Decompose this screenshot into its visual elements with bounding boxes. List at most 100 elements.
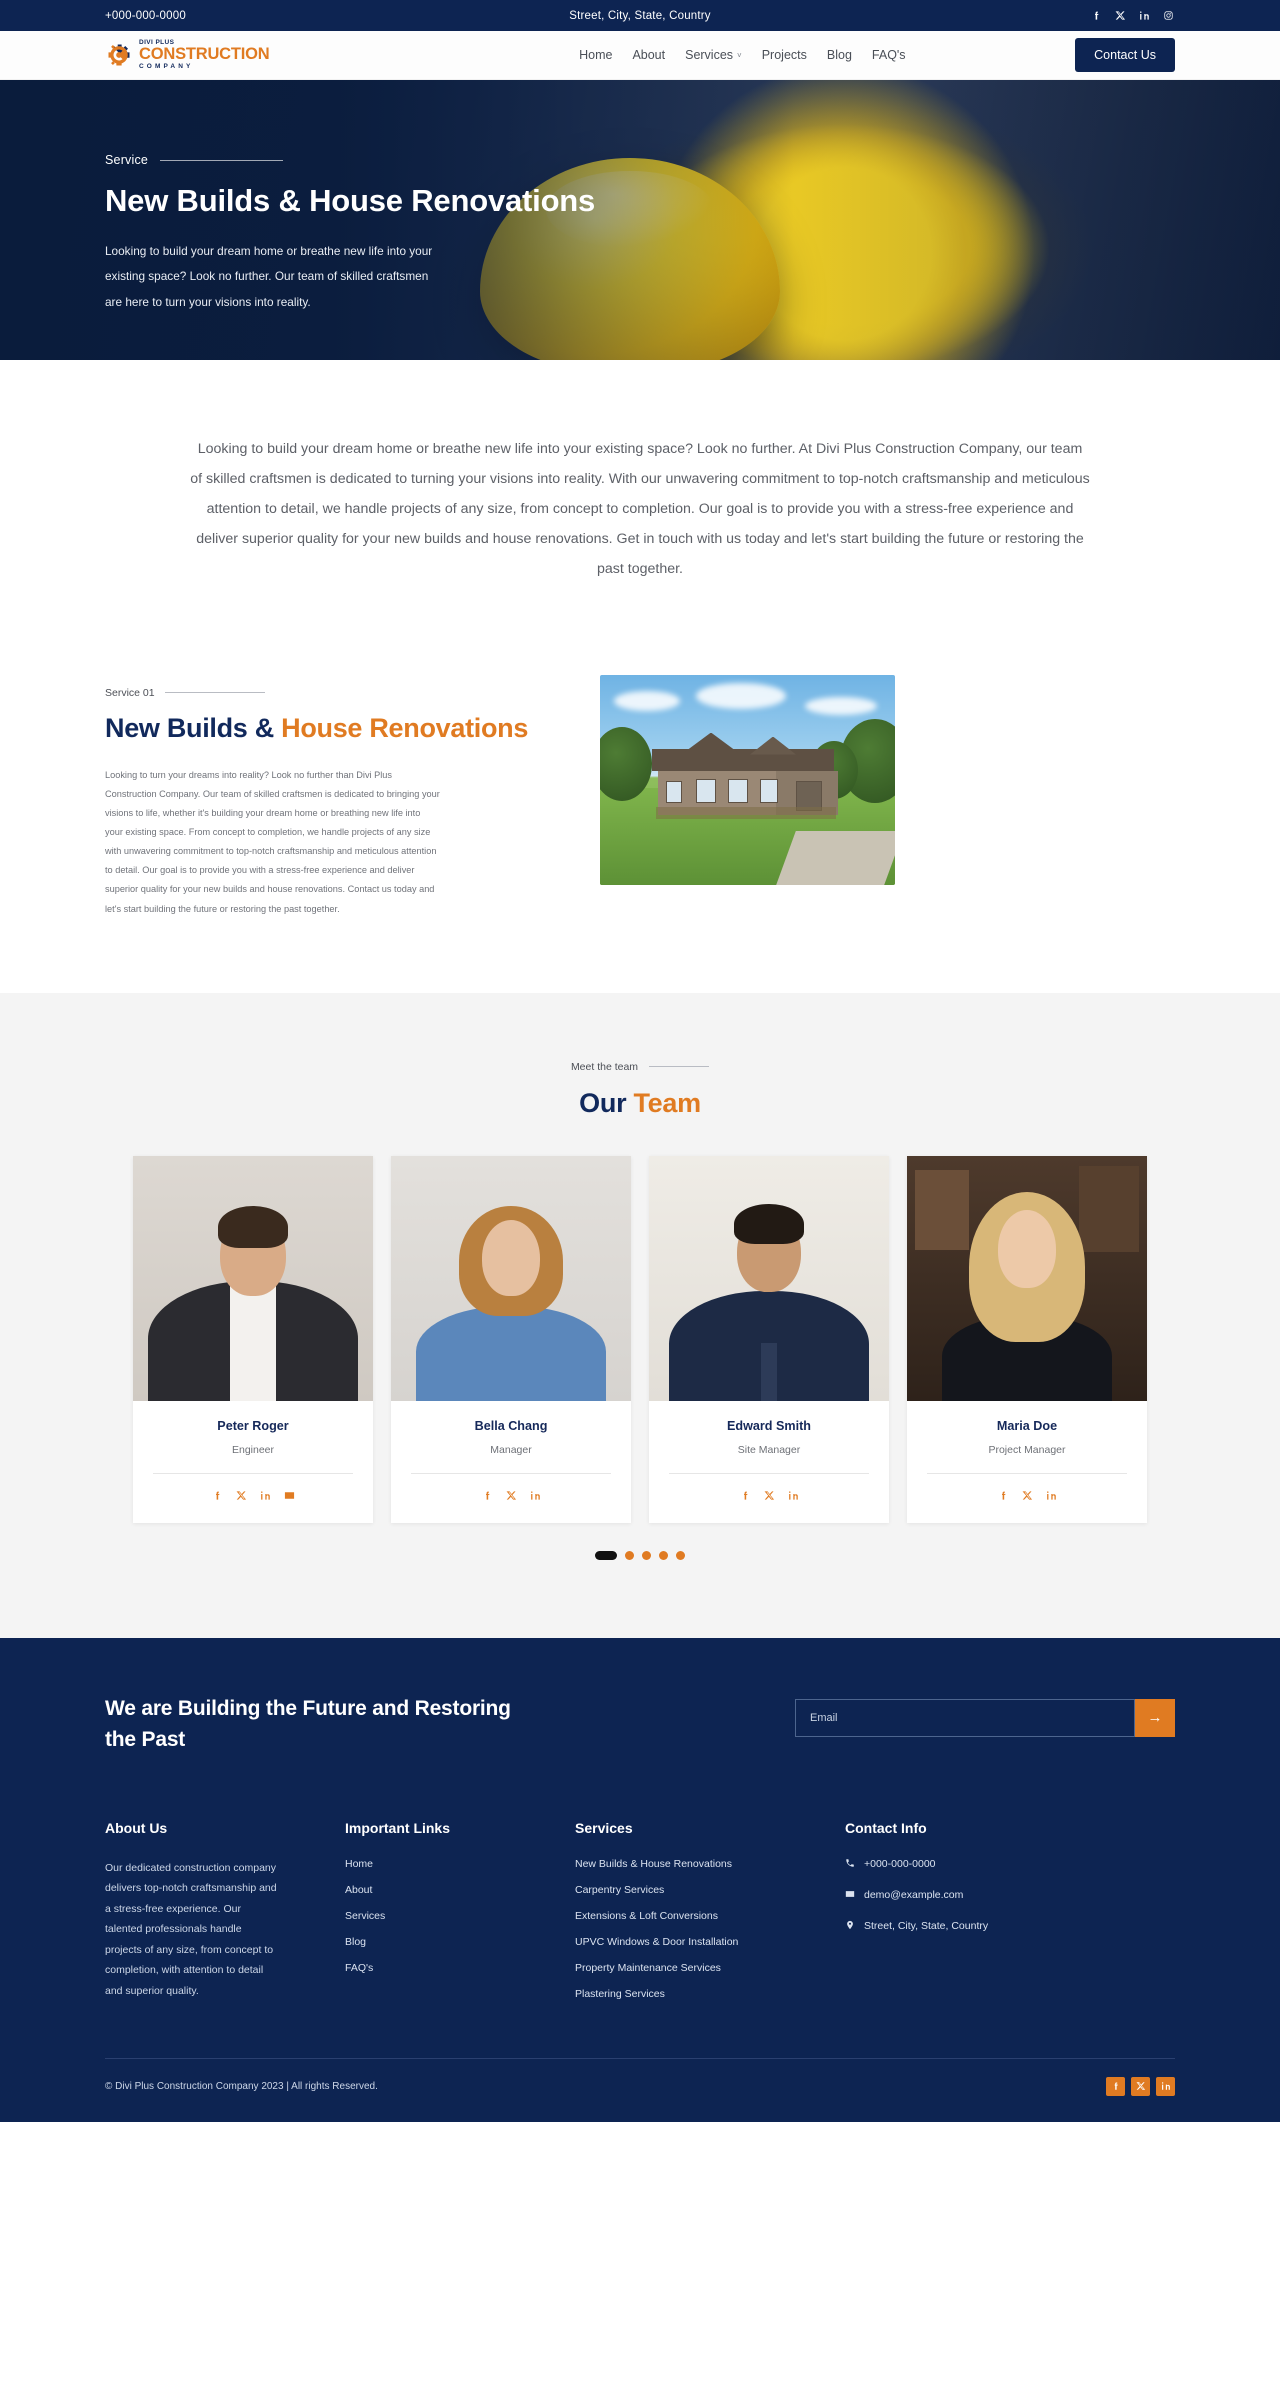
topbar-address: Street, City, State, Country xyxy=(569,9,711,22)
house-photo xyxy=(600,674,895,885)
gear-logo-icon xyxy=(105,41,133,69)
nav-item-faqs[interactable]: FAQ's xyxy=(872,48,906,62)
site-footer: About Us Our dedicated construction comp… xyxy=(0,1755,1280,2122)
nav-item-blog[interactable]: Blog xyxy=(827,48,852,62)
email-icon[interactable] xyxy=(284,1488,295,1506)
x-icon[interactable] xyxy=(1114,9,1127,22)
team-eyebrow-row: Meet the team xyxy=(571,1061,710,1073)
footer-service-link[interactable]: UPVC Windows & Door Installation xyxy=(575,1936,845,1948)
team-member-role: Engineer xyxy=(231,1443,275,1456)
linkedin-icon[interactable] xyxy=(788,1488,799,1506)
intro-section: Looking to build your dream home or brea… xyxy=(0,360,1280,641)
newsletter-submit-button[interactable]: → xyxy=(1135,1698,1175,1737)
email-icon xyxy=(845,1889,855,1902)
carousel-dot[interactable] xyxy=(676,1550,685,1560)
team-member-card[interactable]: Bella Chang Manager xyxy=(391,1155,631,1523)
footer-social-links xyxy=(1106,2076,1175,2096)
nav-item-projects[interactable]: Projects xyxy=(762,48,807,62)
footer-phone-text: +000-000-0000 xyxy=(864,1858,936,1871)
footer-contact-address[interactable]: Street, City, State, Country xyxy=(845,1920,1105,1933)
facebook-icon[interactable] xyxy=(1106,2076,1125,2096)
carousel-dot-active[interactable] xyxy=(595,1550,617,1560)
footer-contact-phone[interactable]: +000-000-0000 xyxy=(845,1858,1105,1871)
footer-services-column: Services New Builds & House Renovations … xyxy=(575,1820,845,2014)
carousel-dot[interactable] xyxy=(625,1550,634,1560)
nav-label: About xyxy=(632,48,666,62)
nav-label: FAQ's xyxy=(871,48,906,62)
service-image-column xyxy=(600,674,1175,885)
x-icon[interactable] xyxy=(1131,2076,1150,2096)
site-logo[interactable]: DIVI PLUS CONSTRUCTION COMPANY xyxy=(105,39,270,70)
nav-item-services[interactable]: Services ˅ xyxy=(685,48,742,62)
contact-us-button[interactable]: Contact Us xyxy=(1075,38,1175,72)
carousel-dot[interactable] xyxy=(642,1550,651,1560)
x-icon[interactable] xyxy=(1022,1488,1033,1506)
footer-bottom-bar: © Divi Plus Construction Company 2023 | … xyxy=(105,2059,1175,2122)
hero-paragraph: Looking to build your dream home or brea… xyxy=(105,243,433,309)
main-navigation-bar: DIVI PLUS CONSTRUCTION COMPANY Home Abou… xyxy=(0,31,1280,80)
hero-section: Service New Builds & House Renovations L… xyxy=(0,80,1280,360)
facebook-icon[interactable] xyxy=(212,1488,223,1506)
service-title-accent: House Renovations xyxy=(281,712,529,743)
email-input[interactable] xyxy=(795,1698,1135,1737)
newsletter-form: → xyxy=(795,1698,1175,1737)
facebook-icon[interactable] xyxy=(1090,9,1103,22)
service-eyebrow-row: Service 01 xyxy=(105,687,540,699)
footer-link-about[interactable]: About xyxy=(345,1884,575,1896)
team-title-accent: Team xyxy=(633,1087,701,1118)
footer-service-link[interactable]: Property Maintenance Services xyxy=(575,1962,845,1974)
linkedin-icon[interactable] xyxy=(1046,1488,1057,1506)
team-member-photo xyxy=(391,1155,631,1401)
location-pin-icon xyxy=(845,1920,855,1933)
instagram-icon[interactable] xyxy=(1162,9,1175,22)
footer-service-link[interactable]: New Builds & House Renovations xyxy=(575,1858,845,1870)
footer-contact-title: Contact Info xyxy=(845,1819,927,1836)
nav-item-home[interactable]: Home xyxy=(579,48,612,62)
footer-link-services[interactable]: Services xyxy=(345,1910,575,1922)
x-icon[interactable] xyxy=(236,1488,247,1506)
footer-service-link[interactable]: Plastering Services xyxy=(575,1988,845,2000)
footer-address-text: Street, City, State, Country xyxy=(864,1920,989,1933)
service-title-dark: New Builds & xyxy=(105,712,274,743)
team-member-role: Manager xyxy=(490,1443,532,1456)
carousel-dot[interactable] xyxy=(659,1550,668,1560)
facebook-icon[interactable] xyxy=(998,1488,1009,1506)
topbar-phone[interactable]: +000-000-0000 xyxy=(105,10,186,22)
footer-links-title: Important Links xyxy=(345,1819,451,1836)
x-icon[interactable] xyxy=(764,1488,775,1506)
service-detail-section: Service 01 New Builds & House Renovation… xyxy=(0,641,1280,993)
team-member-card[interactable]: Peter Roger Engineer xyxy=(133,1155,373,1523)
team-eyebrow-divider xyxy=(649,1066,710,1068)
linkedin-icon[interactable] xyxy=(1156,2076,1175,2096)
footer-link-blog[interactable]: Blog xyxy=(345,1936,575,1948)
footer-link-faqs[interactable]: FAQ's xyxy=(345,1962,575,1974)
linkedin-icon[interactable] xyxy=(1138,9,1151,22)
team-member-role: Project Manager xyxy=(988,1443,1066,1456)
service-body-text: Looking to turn your dreams into reality… xyxy=(105,769,440,914)
team-member-card[interactable]: Maria Doe Project Manager xyxy=(907,1155,1147,1523)
nav-item-about[interactable]: About xyxy=(632,48,665,62)
footer-service-link[interactable]: Carpentry Services xyxy=(575,1884,845,1896)
copyright-text: © Divi Plus Construction Company 2023 | … xyxy=(105,2080,378,2092)
hero-title: New Builds & House Renovations xyxy=(105,183,596,218)
footer-about-text: Our dedicated construction company deliv… xyxy=(105,1861,277,1997)
team-member-photo xyxy=(133,1155,373,1401)
team-member-social-links xyxy=(649,1474,889,1523)
team-member-card[interactable]: Edward Smith Site Manager xyxy=(649,1155,889,1523)
carousel-pagination-dots xyxy=(105,1550,1175,1560)
logo-line-3: COMPANY xyxy=(139,62,194,70)
chevron-down-icon: ˅ xyxy=(737,50,742,60)
footer-service-link[interactable]: Extensions & Loft Conversions xyxy=(575,1910,845,1922)
linkedin-icon[interactable] xyxy=(260,1488,271,1506)
team-title-dark: Our xyxy=(579,1087,627,1118)
nav-label: Home xyxy=(579,48,613,62)
footer-contact-email[interactable]: demo@example.com xyxy=(845,1889,1105,1902)
facebook-icon[interactable] xyxy=(740,1488,751,1506)
x-icon[interactable] xyxy=(506,1488,517,1506)
linkedin-icon[interactable] xyxy=(530,1488,541,1506)
service-title: New Builds & House Renovations xyxy=(105,711,540,745)
facebook-icon[interactable] xyxy=(482,1488,493,1506)
footer-link-home[interactable]: Home xyxy=(345,1858,575,1870)
nav-label: Blog xyxy=(826,48,852,62)
team-header: Meet the team Our Team xyxy=(105,1057,1175,1119)
